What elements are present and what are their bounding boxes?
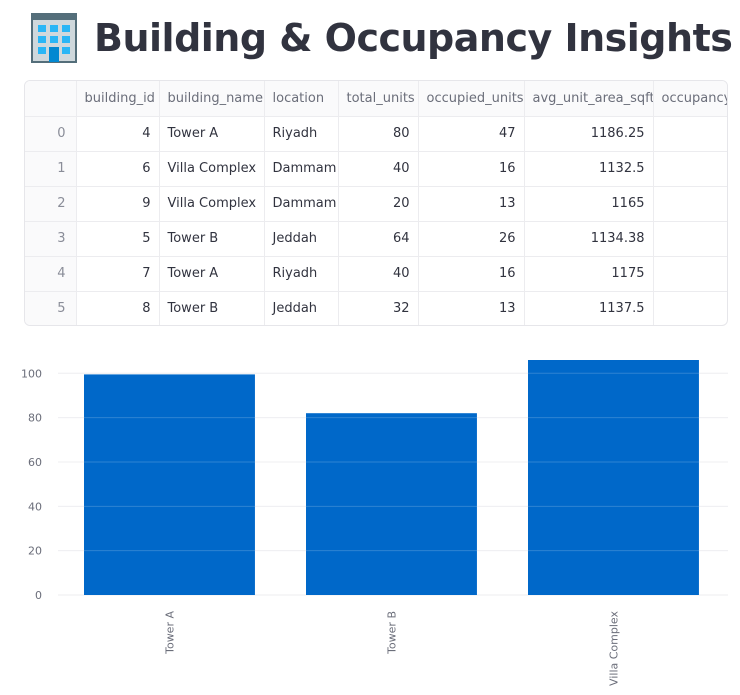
y-tick-label: 60 bbox=[28, 456, 42, 469]
table-header-row: building_id building_name location total… bbox=[25, 81, 727, 117]
cell-total-units[interactable]: 40 bbox=[338, 151, 419, 187]
cell-avg-unit-area[interactable]: 1137.5 bbox=[524, 291, 654, 325]
cell-building-name[interactable]: Villa Complex bbox=[159, 186, 265, 222]
cell-total-units[interactable]: 20 bbox=[338, 186, 419, 222]
cell-building-name[interactable]: Tower B bbox=[159, 291, 265, 325]
cell-avg-unit-area[interactable]: 1134.38 bbox=[524, 221, 654, 257]
cell-occupancy[interactable] bbox=[653, 221, 727, 257]
cell-avg-unit-area[interactable]: 1132.5 bbox=[524, 151, 654, 187]
table-row: 3 5 Tower B Jeddah 64 26 1134.38 bbox=[25, 221, 727, 257]
column-header-total-units[interactable]: total_units bbox=[338, 81, 419, 117]
cell-total-units[interactable]: 40 bbox=[338, 256, 419, 292]
y-tick-label: 20 bbox=[28, 545, 42, 558]
cell-occupied-units[interactable]: 47 bbox=[418, 116, 525, 152]
cell-total-units[interactable]: 80 bbox=[338, 116, 419, 152]
cell-occupancy[interactable] bbox=[653, 291, 727, 325]
data-table[interactable]: building_id building_name location total… bbox=[24, 80, 728, 326]
table-row: 2 9 Villa Complex Dammam 20 13 1165 bbox=[25, 186, 727, 222]
cell-location[interactable]: Jeddah bbox=[264, 221, 339, 257]
cell-building-id[interactable]: 7 bbox=[76, 256, 160, 292]
x-tick-label: Tower A bbox=[163, 611, 176, 655]
cell-building-id[interactable]: 5 bbox=[76, 221, 160, 257]
column-header-index bbox=[25, 81, 77, 117]
cell-building-id[interactable]: 9 bbox=[76, 186, 160, 222]
office-building-icon bbox=[31, 13, 77, 63]
cell-avg-unit-area[interactable]: 1165 bbox=[524, 186, 654, 222]
row-index: 0 bbox=[25, 116, 77, 152]
cell-occupancy[interactable] bbox=[653, 186, 727, 222]
cell-occupied-units[interactable]: 16 bbox=[418, 256, 525, 292]
cell-occupied-units[interactable]: 26 bbox=[418, 221, 525, 257]
cell-building-name[interactable]: Tower A bbox=[159, 116, 265, 152]
row-index: 1 bbox=[25, 151, 77, 187]
table-row: 5 8 Tower B Jeddah 32 13 1137.5 bbox=[25, 291, 727, 325]
bar-chart[interactable]: 0 20 40 60 80 100 Tower A Tower B Villa Complex bbox=[0, 340, 740, 695]
column-header-location[interactable]: location bbox=[264, 81, 339, 117]
bar-tower-a[interactable] bbox=[84, 374, 255, 595]
column-header-avg-unit-area[interactable]: avg_unit_area_sqft bbox=[524, 81, 654, 117]
row-index: 5 bbox=[25, 291, 77, 325]
x-tick-label: Tower B bbox=[385, 611, 398, 655]
cell-total-units[interactable]: 64 bbox=[338, 221, 419, 257]
cell-building-id[interactable]: 6 bbox=[76, 151, 160, 187]
cell-occupancy[interactable] bbox=[653, 151, 727, 187]
column-header-building-id[interactable]: building_id bbox=[76, 81, 160, 117]
cell-total-units[interactable]: 32 bbox=[338, 291, 419, 325]
row-index: 2 bbox=[25, 186, 77, 222]
cell-location[interactable]: Riyadh bbox=[264, 256, 339, 292]
cell-location[interactable]: Riyadh bbox=[264, 116, 339, 152]
y-tick-label: 80 bbox=[28, 412, 42, 425]
cell-building-name[interactable]: Villa Complex bbox=[159, 151, 265, 187]
table-row: 1 6 Villa Complex Dammam 40 16 1132.5 bbox=[25, 151, 727, 187]
cell-building-id[interactable]: 8 bbox=[76, 291, 160, 325]
cell-location[interactable]: Dammam bbox=[264, 151, 339, 187]
x-tick-label: Villa Complex bbox=[607, 611, 620, 686]
y-tick-label: 40 bbox=[28, 500, 42, 513]
table-row: 4 7 Tower A Riyadh 40 16 1175 bbox=[25, 256, 727, 292]
column-header-occupancy[interactable]: occupancy_ bbox=[653, 81, 727, 117]
cell-occupancy[interactable] bbox=[653, 116, 727, 152]
column-header-occupied-units[interactable]: occupied_units bbox=[418, 81, 525, 117]
bar-villa-complex[interactable] bbox=[528, 360, 699, 595]
table-row: 0 4 Tower A Riyadh 80 47 1186.25 bbox=[25, 116, 727, 152]
cell-avg-unit-area[interactable]: 1175 bbox=[524, 256, 654, 292]
y-tick-label: 100 bbox=[21, 367, 42, 380]
column-header-building-name[interactable]: building_name bbox=[159, 81, 265, 117]
cell-location[interactable]: Jeddah bbox=[264, 291, 339, 325]
cell-building-name[interactable]: Tower B bbox=[159, 221, 265, 257]
y-tick-label: 0 bbox=[35, 589, 42, 602]
cell-occupied-units[interactable]: 13 bbox=[418, 186, 525, 222]
bar-tower-b[interactable] bbox=[306, 413, 477, 595]
page-title: Building & Occupancy Insights bbox=[94, 16, 733, 60]
cell-avg-unit-area[interactable]: 1186.25 bbox=[524, 116, 654, 152]
cell-occupied-units[interactable]: 16 bbox=[418, 151, 525, 187]
cell-location[interactable]: Dammam bbox=[264, 186, 339, 222]
page-header: Building & Occupancy Insights bbox=[28, 8, 733, 68]
cell-building-name[interactable]: Tower A bbox=[159, 256, 265, 292]
row-index: 4 bbox=[25, 256, 77, 292]
cell-occupancy[interactable] bbox=[653, 256, 727, 292]
row-index: 3 bbox=[25, 221, 77, 257]
cell-occupied-units[interactable]: 13 bbox=[418, 291, 525, 325]
cell-building-id[interactable]: 4 bbox=[76, 116, 160, 152]
